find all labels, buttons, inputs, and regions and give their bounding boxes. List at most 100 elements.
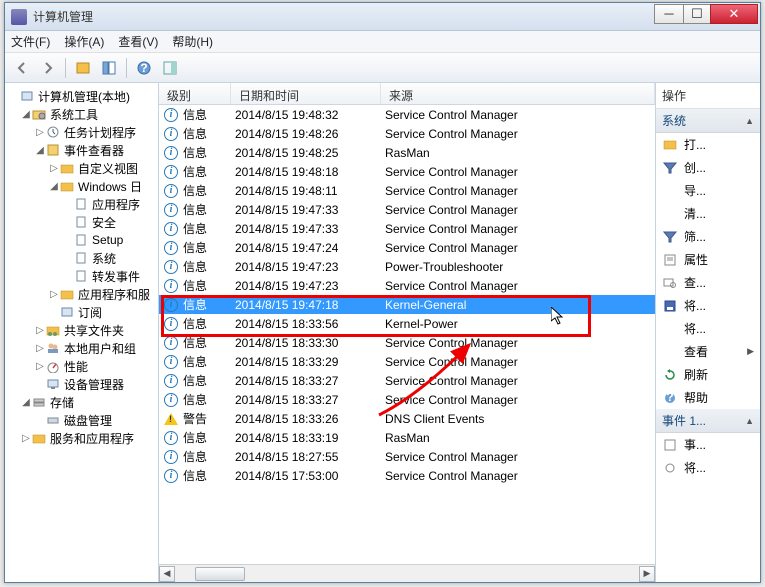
properties-button[interactable] — [72, 57, 94, 79]
actions-section-system[interactable]: 系统▲ — [656, 109, 760, 133]
tree-appserv[interactable]: ▷应用程序和服 — [7, 285, 156, 303]
horizontal-scrollbar[interactable]: ◀ ▶ — [159, 564, 655, 582]
event-row[interactable]: i信息2014/8/15 19:48:25RasMan — [159, 143, 655, 162]
scroll-left-button[interactable]: ◀ — [159, 566, 175, 582]
cell-datetime: 2014/8/15 18:33:27 — [235, 393, 385, 407]
cell-datetime: 2014/8/15 18:33:27 — [235, 374, 385, 388]
back-button[interactable] — [11, 57, 33, 79]
tree-subscribe[interactable]: 订阅 — [7, 303, 156, 321]
cell-source: Service Control Manager — [385, 222, 655, 236]
event-row[interactable]: i信息2014/8/15 19:48:18Service Control Man… — [159, 162, 655, 181]
menu-action[interactable]: 操作(A) — [64, 33, 104, 50]
action-find[interactable]: 查... — [656, 271, 760, 294]
tree-perf[interactable]: ▷性能 — [7, 357, 156, 375]
cell-level: 信息 — [183, 448, 235, 465]
event-row[interactable]: i信息2014/8/15 18:33:30Service Control Man… — [159, 333, 655, 352]
tree-appprog[interactable]: 应用程序 — [7, 195, 156, 213]
event-row[interactable]: i信息2014/8/15 19:47:23Power-Troubleshoote… — [159, 257, 655, 276]
event-row[interactable]: i信息2014/8/15 18:33:56Kernel-Power — [159, 314, 655, 333]
col-source[interactable]: 来源 — [381, 83, 655, 104]
action-import[interactable]: 导... — [656, 179, 760, 202]
action-attach[interactable]: 将... — [656, 317, 760, 340]
save-icon — [662, 299, 678, 313]
col-level[interactable]: 级别 — [159, 83, 231, 104]
info-icon: i — [163, 468, 179, 484]
event-row[interactable]: i信息2014/8/15 19:47:24Service Control Man… — [159, 238, 655, 257]
help-button[interactable]: ? — [133, 57, 155, 79]
cell-level: 信息 — [183, 429, 235, 446]
cell-datetime: 2014/8/15 19:48:11 — [235, 184, 385, 198]
tree-systools[interactable]: ◢系统工具 — [7, 105, 156, 123]
event-row[interactable]: 警告2014/8/15 18:33:26DNS Client Events — [159, 409, 655, 428]
event-row[interactable]: i信息2014/8/15 19:47:23Service Control Man… — [159, 276, 655, 295]
forward-button[interactable] — [37, 57, 59, 79]
action-create[interactable]: 创... — [656, 156, 760, 179]
action-pane-button[interactable] — [159, 57, 181, 79]
menu-help[interactable]: 帮助(H) — [172, 33, 213, 50]
cell-source: Kernel-Power — [385, 317, 655, 331]
scroll-thumb[interactable] — [195, 567, 245, 581]
scroll-right-button[interactable]: ▶ — [639, 566, 655, 582]
event-row[interactable]: i信息2014/8/15 18:33:27Service Control Man… — [159, 371, 655, 390]
tree-shared[interactable]: ▷共享文件夹 — [7, 321, 156, 339]
tree-eventviewer[interactable]: ◢事件查看器 — [7, 141, 156, 159]
col-datetime[interactable]: 日期和时间 — [231, 83, 381, 104]
list-header[interactable]: 级别 日期和时间 来源 — [159, 83, 655, 105]
event-row[interactable]: i信息2014/8/15 19:47:33Service Control Man… — [159, 200, 655, 219]
action-help[interactable]: ?帮助 — [656, 386, 760, 409]
tree-diskmgr[interactable]: 磁盘管理 — [7, 411, 156, 429]
tree-root[interactable]: 计算机管理(本地) — [7, 87, 156, 105]
tree-scheduler[interactable]: ▷任务计划程序 — [7, 123, 156, 141]
action-clear[interactable]: 清... — [656, 202, 760, 225]
find-icon — [662, 276, 678, 290]
cell-source: Service Control Manager — [385, 469, 655, 483]
close-button[interactable]: ✕ — [710, 4, 758, 24]
action-properties[interactable]: 属性 — [656, 248, 760, 271]
info-icon: i — [163, 259, 179, 275]
event-row[interactable]: i信息2014/8/15 19:48:11Service Control Man… — [159, 181, 655, 200]
event-row[interactable]: i信息2014/8/15 17:53:00Service Control Man… — [159, 466, 655, 485]
event-row[interactable]: i信息2014/8/15 18:33:19RasMan — [159, 428, 655, 447]
menu-file[interactable]: 文件(F) — [11, 33, 50, 50]
action-saveas[interactable]: 将... — [656, 294, 760, 317]
titlebar[interactable]: 计算机管理 ─ ☐ ✕ — [5, 3, 760, 31]
action-view[interactable]: 查看▶ — [656, 340, 760, 363]
tree-services[interactable]: ▷服务和应用程序 — [7, 429, 156, 447]
info-icon: i — [163, 107, 179, 123]
tree-setup[interactable]: Setup — [7, 231, 156, 249]
event-row[interactable]: i信息2014/8/15 18:27:55Service Control Man… — [159, 447, 655, 466]
event-row[interactable]: i信息2014/8/15 18:33:29Service Control Man… — [159, 352, 655, 371]
action-refresh[interactable]: 刷新 — [656, 363, 760, 386]
event-row[interactable]: i信息2014/8/15 19:48:32Service Control Man… — [159, 105, 655, 124]
cell-datetime: 2014/8/15 19:47:33 — [235, 203, 385, 217]
cell-source: Service Control Manager — [385, 165, 655, 179]
minimize-button[interactable]: ─ — [654, 4, 684, 24]
action-filter[interactable]: 筛... — [656, 225, 760, 248]
tree-security[interactable]: 安全 — [7, 213, 156, 231]
cell-source: RasMan — [385, 146, 655, 160]
tree-customview[interactable]: ▷自定义视图 — [7, 159, 156, 177]
event-row[interactable]: i信息2014/8/15 19:47:33Service Control Man… — [159, 219, 655, 238]
event-list[interactable]: i信息2014/8/15 19:48:32Service Control Man… — [159, 105, 655, 564]
folder-open-icon — [662, 138, 678, 152]
action-event-attach[interactable]: 将... — [656, 456, 760, 479]
tree-localusers[interactable]: ▷本地用户和组 — [7, 339, 156, 357]
nav-tree[interactable]: 计算机管理(本地) ◢系统工具 ▷任务计划程序 ◢事件查看器 ▷自定义视图 ◢W… — [5, 83, 159, 582]
action-open[interactable]: 打... — [656, 133, 760, 156]
tree-windowslog[interactable]: ◢Windows 日 — [7, 177, 156, 195]
event-row[interactable]: i信息2014/8/15 19:48:26Service Control Man… — [159, 124, 655, 143]
tree-devmgr[interactable]: 设备管理器 — [7, 375, 156, 393]
event-row[interactable]: i信息2014/8/15 18:33:27Service Control Man… — [159, 390, 655, 409]
menu-view[interactable]: 查看(V) — [118, 33, 158, 50]
tree-forwarded[interactable]: 转发事件 — [7, 267, 156, 285]
tree-storage[interactable]: ◢存储 — [7, 393, 156, 411]
cell-level: 信息 — [183, 182, 235, 199]
tree-system[interactable]: 系统 — [7, 249, 156, 267]
actions-section-event[interactable]: 事件 1...▲ — [656, 409, 760, 433]
app-window: 计算机管理 ─ ☐ ✕ 文件(F) 操作(A) 查看(V) 帮助(H) ? 计算… — [4, 2, 761, 583]
event-row[interactable]: i信息2014/8/15 19:47:18Kernel-General — [159, 295, 655, 314]
maximize-button[interactable]: ☐ — [683, 4, 711, 24]
show-hide-button[interactable] — [98, 57, 120, 79]
cell-level: 信息 — [183, 163, 235, 180]
action-event-props[interactable]: 事... — [656, 433, 760, 456]
